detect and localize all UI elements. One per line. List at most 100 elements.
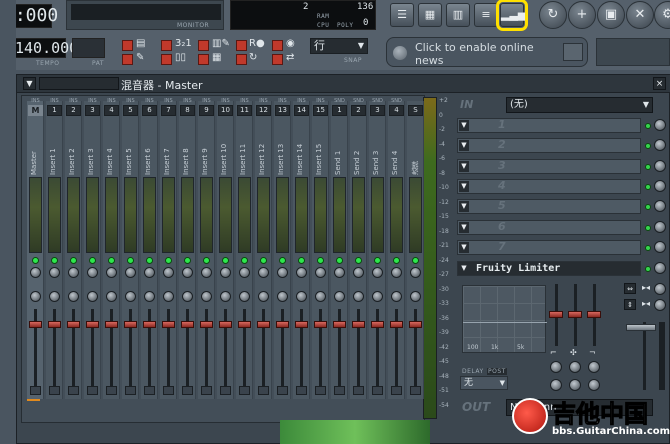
save-icon[interactable]: ▣ — [597, 1, 625, 29]
slot-mix-knob[interactable] — [654, 119, 666, 131]
new-pattern-icon[interactable]: + — [568, 1, 596, 29]
strip-pan-knob[interactable] — [68, 267, 79, 278]
strip-stereo-knob[interactable] — [353, 291, 364, 302]
strip-volume-fader[interactable] — [314, 321, 327, 328]
strip-route-button[interactable] — [334, 386, 345, 395]
mixer-strip[interactable]: INS 7 Insert 7 — [160, 98, 177, 399]
strip-route-button[interactable] — [163, 386, 174, 395]
strip-pan-knob[interactable] — [239, 267, 250, 278]
strip-route-button[interactable] — [258, 386, 269, 395]
mixer-strip[interactable]: INS 12 Insert 12 — [255, 98, 272, 399]
stereo-button[interactable]: ⇕ — [624, 299, 636, 310]
strip-pan-knob[interactable] — [201, 267, 212, 278]
strip-pan-knob[interactable] — [182, 267, 193, 278]
strip-volume-fader[interactable] — [105, 321, 118, 328]
strip-route-button[interactable] — [220, 386, 231, 395]
slot-mix-knob[interactable] — [654, 200, 666, 213]
strip-enable-led[interactable] — [393, 257, 400, 264]
multilink-toggle[interactable] — [272, 40, 283, 51]
strip-stereo-knob[interactable] — [334, 291, 345, 302]
eq-low-bw-knob[interactable] — [550, 379, 562, 391]
strip-volume-fader[interactable] — [390, 321, 403, 328]
slot-enable-led[interactable] — [645, 204, 651, 211]
slot-menu-arrow-icon[interactable]: ▼ — [459, 120, 469, 131]
mixer-strip[interactable]: INS 6 Insert 6 — [141, 98, 158, 399]
piano-roll-button[interactable]: ▥ — [446, 3, 470, 27]
strip-pan-knob[interactable] — [49, 267, 60, 278]
strip-enable-led[interactable] — [298, 257, 305, 264]
effect-slot[interactable]: ▼ 2 — [457, 138, 641, 154]
strip-volume-fader[interactable] — [257, 321, 270, 328]
settings-icon[interactable]: ⚙ — [654, 1, 670, 29]
strip-pan-knob[interactable] — [30, 267, 41, 278]
strip-enable-led[interactable] — [32, 257, 39, 264]
slot-menu-arrow-icon[interactable]: ▼ — [459, 201, 469, 213]
strip-stereo-knob[interactable] — [391, 291, 402, 302]
strip-enable-led[interactable] — [412, 257, 419, 264]
strip-stereo-knob[interactable] — [106, 291, 117, 302]
strip-route-button[interactable] — [296, 386, 307, 395]
slot-menu-arrow-icon[interactable]: ▼ — [459, 263, 469, 274]
strip-number[interactable]: S — [408, 105, 423, 116]
strip-number[interactable]: 8 — [180, 105, 195, 116]
swap-right-icon[interactable]: ▸◂ — [642, 299, 650, 308]
slot-volume-slider[interactable] — [626, 324, 656, 331]
browser-button[interactable]: ≡ — [474, 3, 498, 27]
strip-number[interactable]: 1 — [332, 105, 347, 116]
slot-mix-knob[interactable] — [654, 159, 666, 172]
slot-enable-led[interactable] — [645, 143, 651, 150]
mixer-strip[interactable]: INS 8 Insert 8 — [179, 98, 196, 399]
mixer-strip[interactable]: INS 5 Insert 5 — [122, 98, 139, 399]
strip-pan-knob[interactable] — [410, 267, 421, 278]
slot-enable-led[interactable] — [645, 163, 651, 170]
tools-icon[interactable]: ✕ — [626, 1, 654, 29]
eq-high-slider[interactable] — [587, 311, 601, 318]
strip-pan-knob[interactable] — [296, 267, 307, 278]
mixer-strip[interactable]: S 选择 — [407, 101, 424, 399]
strip-pan-knob[interactable] — [372, 267, 383, 278]
strip-pan-knob[interactable] — [87, 267, 98, 278]
strip-stereo-knob[interactable] — [315, 291, 326, 302]
strip-number[interactable]: 2 — [66, 105, 81, 116]
strip-route-button[interactable] — [30, 386, 41, 395]
strip-stereo-knob[interactable] — [296, 291, 307, 302]
strip-enable-led[interactable] — [51, 257, 58, 264]
strip-route-button[interactable] — [201, 386, 212, 395]
strip-volume-fader[interactable] — [162, 321, 175, 328]
strip-pan-knob[interactable] — [125, 267, 136, 278]
strip-stereo-knob[interactable] — [144, 291, 155, 302]
slot-enable-led[interactable] — [645, 244, 651, 251]
effect-slot[interactable]: ▼ 4 — [457, 178, 641, 194]
slot-menu-arrow-icon[interactable]: ▼ — [459, 140, 469, 152]
strip-volume-fader[interactable] — [352, 321, 365, 328]
overdub-toggle[interactable] — [272, 54, 283, 65]
strip-number[interactable]: 3 — [370, 105, 385, 116]
strip-volume-fader[interactable] — [143, 321, 156, 328]
typing-keyboard-toggle[interactable] — [198, 54, 209, 65]
strip-pan-knob[interactable] — [106, 267, 117, 278]
strip-enable-led[interactable] — [336, 257, 343, 264]
mixer-tool-button[interactable] — [39, 77, 119, 90]
strip-route-button[interactable] — [372, 386, 383, 395]
playlist-button[interactable]: ☰ — [390, 3, 414, 27]
strip-stereo-knob[interactable] — [68, 291, 79, 302]
eq-graph[interactable]: 100 1k 5k — [462, 285, 547, 353]
strip-number[interactable]: 12 — [256, 105, 271, 116]
mixer-strip[interactable]: SND 3 Send 3 — [369, 98, 386, 399]
strip-number[interactable]: 14 — [294, 105, 309, 116]
strip-pan-knob[interactable] — [391, 267, 402, 278]
recording-toggle[interactable] — [236, 40, 247, 51]
strip-pan-knob[interactable] — [144, 267, 155, 278]
slot-mix-knob[interactable] — [654, 179, 666, 192]
strip-pan-knob[interactable] — [163, 267, 174, 278]
strip-route-button[interactable] — [315, 386, 326, 395]
slot-menu-arrow-icon[interactable]: ▼ — [459, 221, 469, 233]
mixer-close-button[interactable]: × — [653, 77, 666, 90]
snap-select[interactable]: 行 ▼ — [310, 38, 368, 54]
pan-knob[interactable] — [654, 283, 666, 295]
step-edit-toggle[interactable] — [161, 54, 172, 65]
slot-mix-knob[interactable] — [654, 240, 666, 253]
mixer-strip[interactable]: SND 4 Send 4 — [388, 98, 405, 399]
strip-enable-led[interactable] — [279, 257, 286, 264]
slot-menu-arrow-icon[interactable]: ▼ — [459, 160, 469, 172]
